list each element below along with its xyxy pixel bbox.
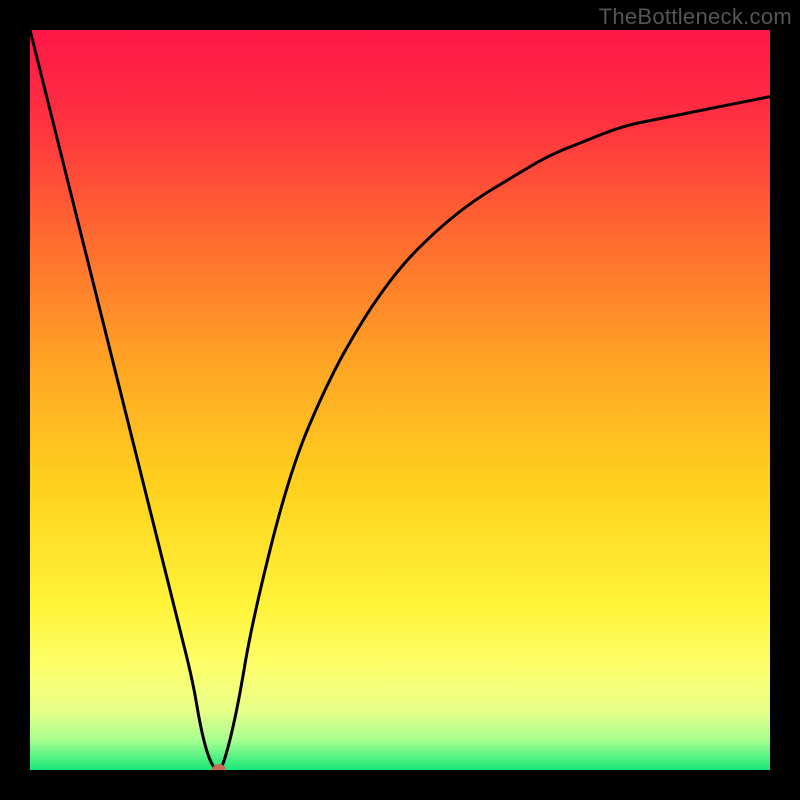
plot-area bbox=[30, 30, 770, 770]
chart-frame: TheBottleneck.com bbox=[0, 0, 800, 800]
optimal-point-marker bbox=[212, 764, 226, 770]
bottleneck-curve bbox=[30, 30, 770, 770]
watermark-text: TheBottleneck.com bbox=[599, 4, 792, 30]
